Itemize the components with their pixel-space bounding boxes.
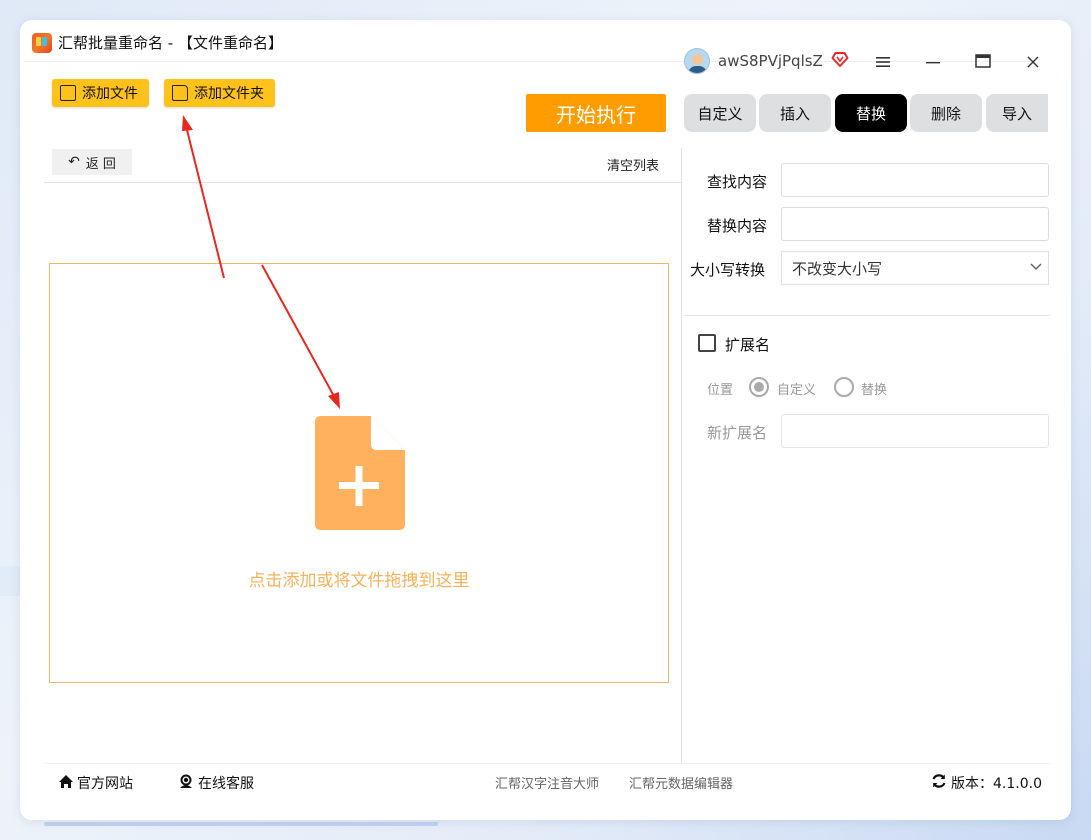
replace-label: 替换内容 xyxy=(707,217,768,235)
website-link[interactable]: 官方网站 xyxy=(58,773,133,793)
support-headset-icon xyxy=(178,774,194,793)
footer-link-metadata[interactable]: 汇帮元数据编辑器 xyxy=(629,773,733,792)
find-input[interactable] xyxy=(781,163,1049,197)
add-file-large-icon xyxy=(315,416,405,530)
case-select[interactable]: 不改变大小写 xyxy=(781,251,1049,285)
start-button[interactable]: 开始执行 xyxy=(526,94,666,132)
window-title: 汇帮批量重命名 - 【文件重命名】 xyxy=(58,34,283,52)
tab-delete[interactable]: 删除 xyxy=(910,94,982,132)
footer-link-pinyin[interactable]: 汇帮汉字注音大师 xyxy=(495,773,599,792)
avatar[interactable] xyxy=(684,48,710,74)
panel-divider xyxy=(681,148,682,764)
vip-heart-icon[interactable] xyxy=(831,51,849,71)
close-icon[interactable] xyxy=(1022,52,1044,74)
tab-custom[interactable]: 自定义 xyxy=(684,94,756,132)
extension-checkbox[interactable] xyxy=(698,334,716,352)
radio-replace[interactable] xyxy=(834,377,854,397)
version-label: 版本：4.1.0.0 xyxy=(951,776,1042,792)
list-header: ↶ 返 回 清空列表 xyxy=(44,147,681,183)
website-label: 官方网站 xyxy=(77,776,133,792)
home-icon xyxy=(58,774,74,793)
chevron-down-icon xyxy=(1030,259,1042,275)
maximize-icon[interactable] xyxy=(972,52,994,74)
clear-list-button[interactable]: 清空列表 xyxy=(607,155,659,174)
case-select-value: 不改变大小写 xyxy=(792,259,883,278)
background-scrollbar xyxy=(44,822,438,826)
menu-icon[interactable] xyxy=(872,52,894,74)
drop-zone[interactable]: 点击添加或将文件拖拽到这里 xyxy=(49,263,669,683)
radio-replace-label: 替换 xyxy=(861,383,888,398)
add-folder-icon xyxy=(172,85,188,101)
new-extension-label: 新扩展名 xyxy=(707,424,768,442)
radio-custom-label: 自定义 xyxy=(777,383,817,398)
support-label: 在线客服 xyxy=(198,776,254,792)
minimize-icon[interactable] xyxy=(922,52,944,74)
app-logo-icon xyxy=(32,32,52,53)
replace-input[interactable] xyxy=(781,207,1049,241)
tab-import[interactable]: 导入 xyxy=(986,94,1048,132)
footer: 官方网站 在线客服 汇帮汉字注音大师 汇帮元数据编辑器 版本：4.1.0.0 xyxy=(44,763,1050,799)
position-label: 位置 xyxy=(707,383,734,398)
case-label: 大小写转换 xyxy=(690,261,766,279)
refresh-icon xyxy=(931,773,947,793)
new-extension-input[interactable] xyxy=(781,414,1049,448)
back-label: 返 回 xyxy=(85,156,116,172)
support-link[interactable]: 在线客服 xyxy=(178,773,254,793)
tab-replace[interactable]: 替换 xyxy=(835,94,907,132)
add-file-button[interactable]: 添加文件 xyxy=(52,79,149,107)
add-file-label: 添加文件 xyxy=(82,86,138,102)
tab-insert[interactable]: 插入 xyxy=(759,94,831,132)
version-info[interactable]: 版本：4.1.0.0 xyxy=(931,773,1042,793)
extension-label: 扩展名 xyxy=(725,336,771,354)
add-file-icon xyxy=(60,85,76,101)
add-folder-label: 添加文件夹 xyxy=(194,86,264,102)
back-arrow-icon: ↶ xyxy=(68,154,80,170)
radio-custom[interactable] xyxy=(749,377,769,397)
back-button[interactable]: ↶ 返 回 xyxy=(52,149,132,175)
section-divider xyxy=(684,315,1050,316)
add-folder-button[interactable]: 添加文件夹 xyxy=(164,79,275,107)
drop-hint-text: 点击添加或将文件拖拽到这里 xyxy=(248,571,470,591)
username: awS8PVjPqlsZ xyxy=(718,52,823,70)
find-label: 查找内容 xyxy=(707,173,768,191)
